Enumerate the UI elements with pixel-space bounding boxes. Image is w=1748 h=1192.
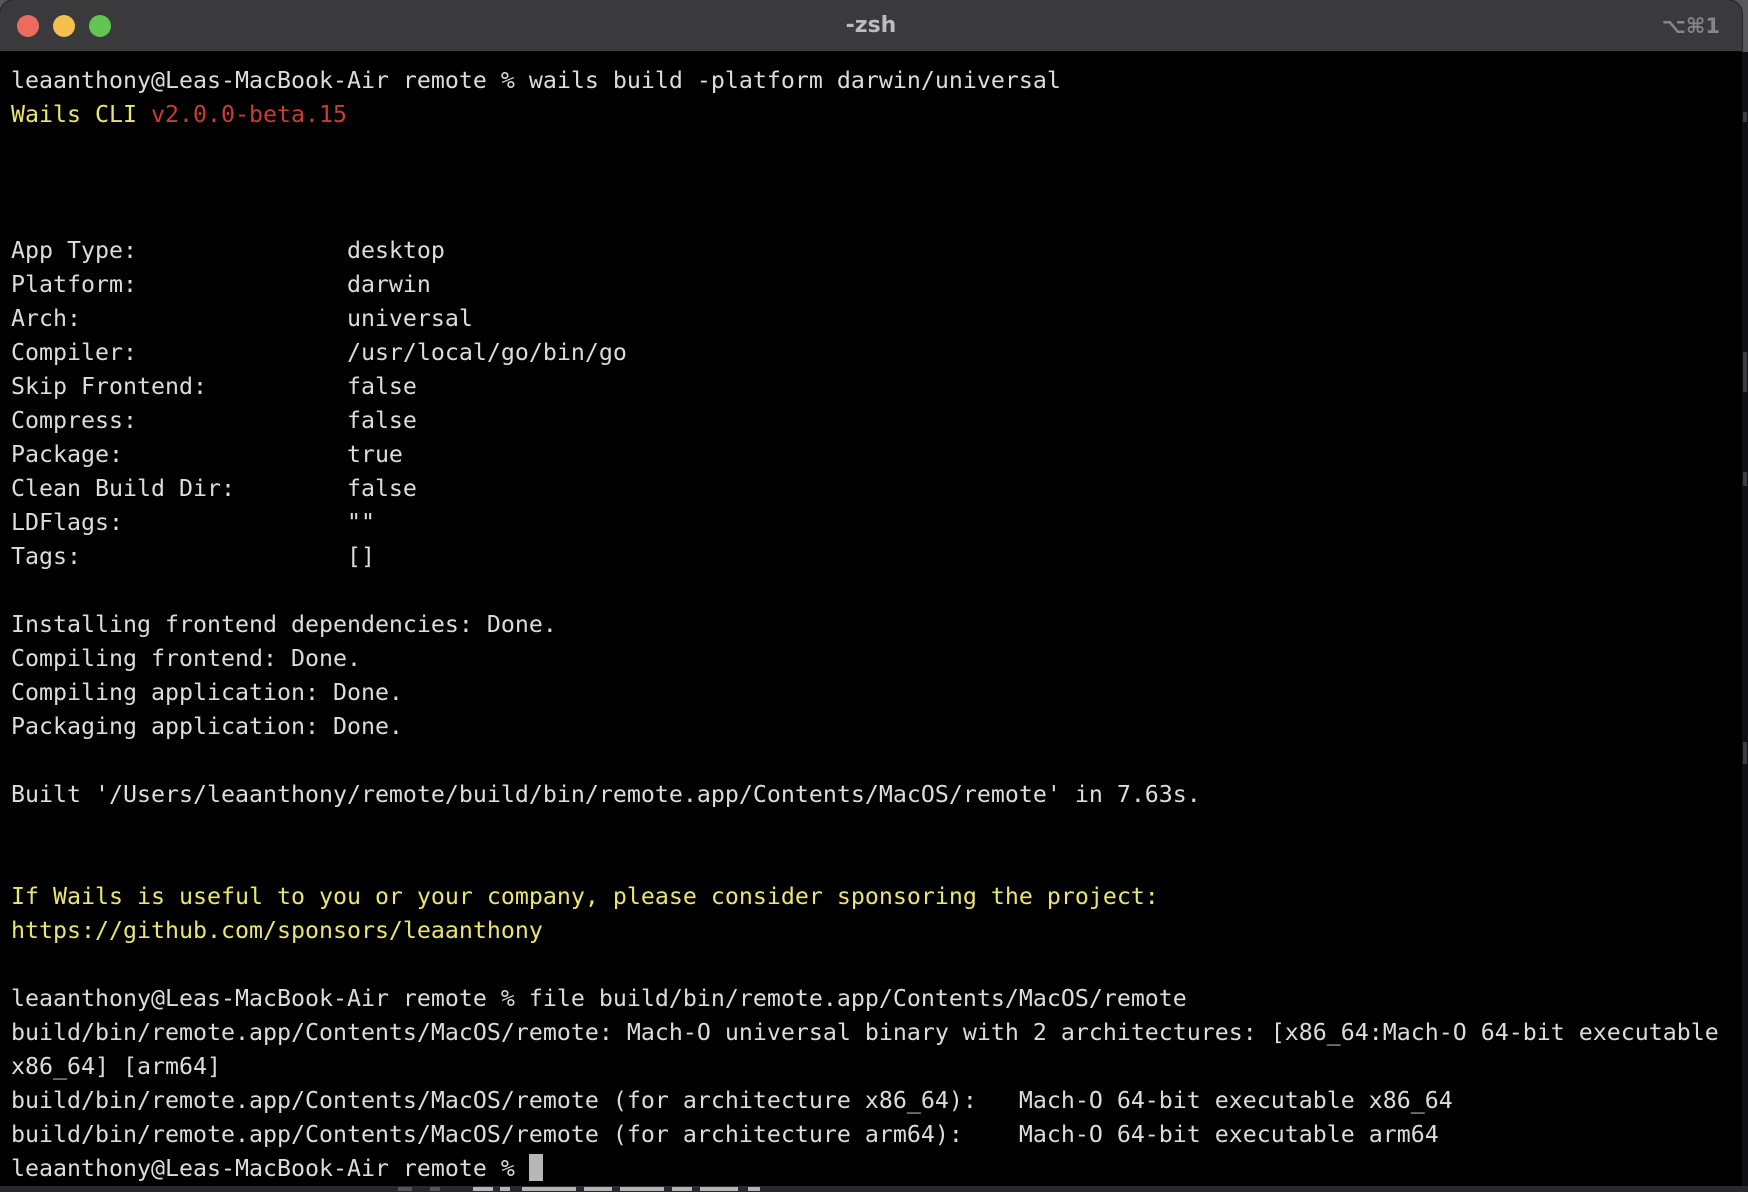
window-title: -zsh (0, 0, 1742, 51)
terminal-line (11, 744, 1742, 778)
terminal-line: Compiler: /usr/local/go/bin/go (11, 336, 1742, 370)
screen: -zsh ⌥⌘1 leaanthony@Leas-MacBook-Air rem… (0, 0, 1748, 1192)
background-text-fragment (584, 1187, 612, 1191)
terminal-output[interactable]: leaanthony@Leas-MacBook-Air remote % wai… (0, 52, 1742, 1186)
terminal-line (11, 200, 1742, 234)
titlebar[interactable]: -zsh ⌥⌘1 (0, 0, 1742, 52)
terminal-line: leaanthony@Leas-MacBook-Air remote % fil… (11, 982, 1742, 1016)
terminal-window: -zsh ⌥⌘1 leaanthony@Leas-MacBook-Air rem… (0, 0, 1742, 1186)
terminal-line: If Wails is useful to you or your compan… (11, 880, 1742, 914)
background-window-sliver-right (1742, 52, 1748, 1192)
minimize-button[interactable] (53, 15, 75, 37)
terminal-line: Installing frontend dependencies: Done. (11, 608, 1742, 642)
terminal-line (11, 166, 1742, 200)
terminal-line: Package: true (11, 438, 1742, 472)
terminal-line: Built '/Users/leaanthony/remote/build/bi… (11, 778, 1742, 812)
background-text-fragment (620, 1187, 664, 1191)
terminal-line: Skip Frontend: false (11, 370, 1742, 404)
terminal-line (11, 574, 1742, 608)
traffic-lights (17, 0, 111, 52)
terminal-line: App Type: desktop (11, 234, 1742, 268)
terminal-line: build/bin/remote.app/Contents/MacOS/remo… (11, 1118, 1742, 1152)
terminal-line (11, 812, 1742, 846)
background-text-fragment (398, 1187, 412, 1191)
background-text-fragment (672, 1187, 692, 1191)
terminal-line: x86_64] [arm64] (11, 1050, 1742, 1084)
terminal-line: leaanthony@Leas-MacBook-Air remote % wai… (11, 64, 1742, 98)
terminal-line: Clean Build Dir: false (11, 472, 1742, 506)
background-text-fragment (522, 1187, 576, 1191)
terminal-line: Compiling application: Done. (11, 676, 1742, 710)
terminal-line: LDFlags: "" (11, 506, 1742, 540)
terminal-line: build/bin/remote.app/Contents/MacOS/remo… (11, 1084, 1742, 1118)
terminal-line: Wails CLI v2.0.0-beta.15 (11, 98, 1742, 132)
terminal-line: https://github.com/sponsors/leaanthony (11, 914, 1742, 948)
background-text-fragment (473, 1187, 493, 1191)
zoom-button[interactable] (89, 15, 111, 37)
terminal-line: build/bin/remote.app/Contents/MacOS/remo… (11, 1016, 1742, 1050)
close-button[interactable] (17, 15, 39, 37)
background-text-fragment (500, 1187, 510, 1191)
background-window-sliver-bottom (0, 1186, 1748, 1192)
terminal-line: leaanthony@Leas-MacBook-Air remote % (11, 1152, 1742, 1186)
terminal-line: Packaging application: Done. (11, 710, 1742, 744)
background-text-fragment (430, 1187, 440, 1191)
terminal-cursor (529, 1154, 543, 1181)
background-text-fragment (748, 1187, 760, 1191)
background-text-fragment (700, 1187, 738, 1191)
terminal-line: Tags: [] (11, 540, 1742, 574)
terminal-line (11, 846, 1742, 880)
terminal-line (11, 948, 1742, 982)
terminal-line: Compress: false (11, 404, 1742, 438)
terminal-line: Platform: darwin (11, 268, 1742, 302)
terminal-line: Arch: universal (11, 302, 1742, 336)
terminal-line (11, 132, 1742, 166)
window-shortcut-badge: ⌥⌘1 (1662, 0, 1720, 52)
terminal-line: Compiling frontend: Done. (11, 642, 1742, 676)
